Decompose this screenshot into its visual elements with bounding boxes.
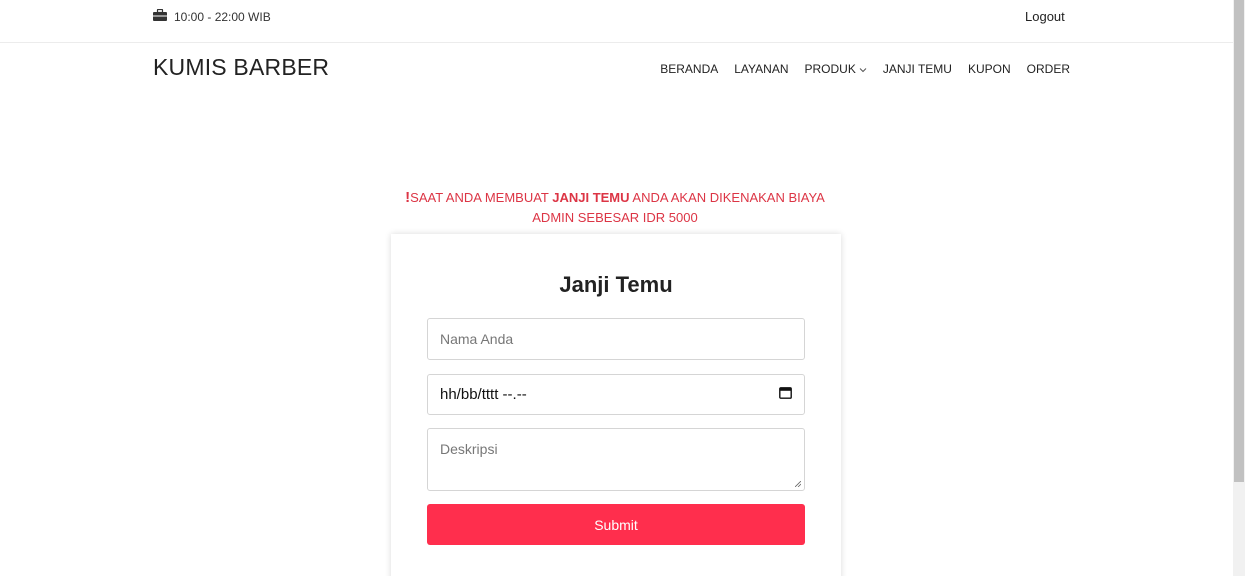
scrollbar-track[interactable] (1233, 0, 1245, 576)
submit-button[interactable]: Submit (427, 504, 805, 545)
opening-hours: 10:00 - 22:00 WIB (153, 8, 271, 24)
briefcase-icon (153, 8, 167, 24)
nav-produk[interactable]: PRODUK (805, 62, 867, 76)
notice-highlight: JANJI TEMU (552, 190, 630, 205)
resize-handle-icon[interactable] (795, 481, 801, 487)
appointment-form-card: Janji Temu hh/bb/tttt --.-- Submit (391, 234, 841, 576)
nav-kupon[interactable]: KUPON (968, 62, 1011, 76)
admin-fee-notice: !SAAT ANDA MEMBUAT JANJI TEMU ANDA AKAN … (395, 188, 835, 228)
logout-link[interactable]: Logout (1025, 9, 1065, 24)
datetime-placeholder: hh/bb/tttt --.-- (440, 386, 527, 403)
brand-logo[interactable]: KUMIS BARBER (153, 54, 329, 81)
opening-hours-text: 10:00 - 22:00 WIB (174, 9, 271, 24)
notice-prefix: SAAT ANDA MEMBUAT (410, 190, 553, 205)
datetime-input[interactable]: hh/bb/tttt --.-- (427, 374, 805, 415)
form-title: Janji Temu (559, 272, 673, 297)
top-bar: 10:00 - 22:00 WIB Logout (0, 0, 1233, 43)
nav-order[interactable]: ORDER (1027, 62, 1070, 76)
nav-produk-label: PRODUK (804, 62, 856, 76)
nav-janji-temu[interactable]: JANJI TEMU (883, 62, 952, 76)
chevron-down-icon (859, 62, 867, 76)
main-nav: BERANDA LAYANAN PRODUK JANJI TEMU KUPON … (660, 62, 1070, 76)
description-textarea[interactable] (427, 428, 805, 491)
scrollbar-thumb[interactable] (1234, 0, 1244, 482)
nav-beranda[interactable]: BERANDA (660, 62, 718, 76)
nav-layanan[interactable]: LAYANAN (734, 62, 788, 76)
name-input[interactable] (427, 318, 805, 360)
calendar-icon[interactable] (779, 386, 792, 403)
